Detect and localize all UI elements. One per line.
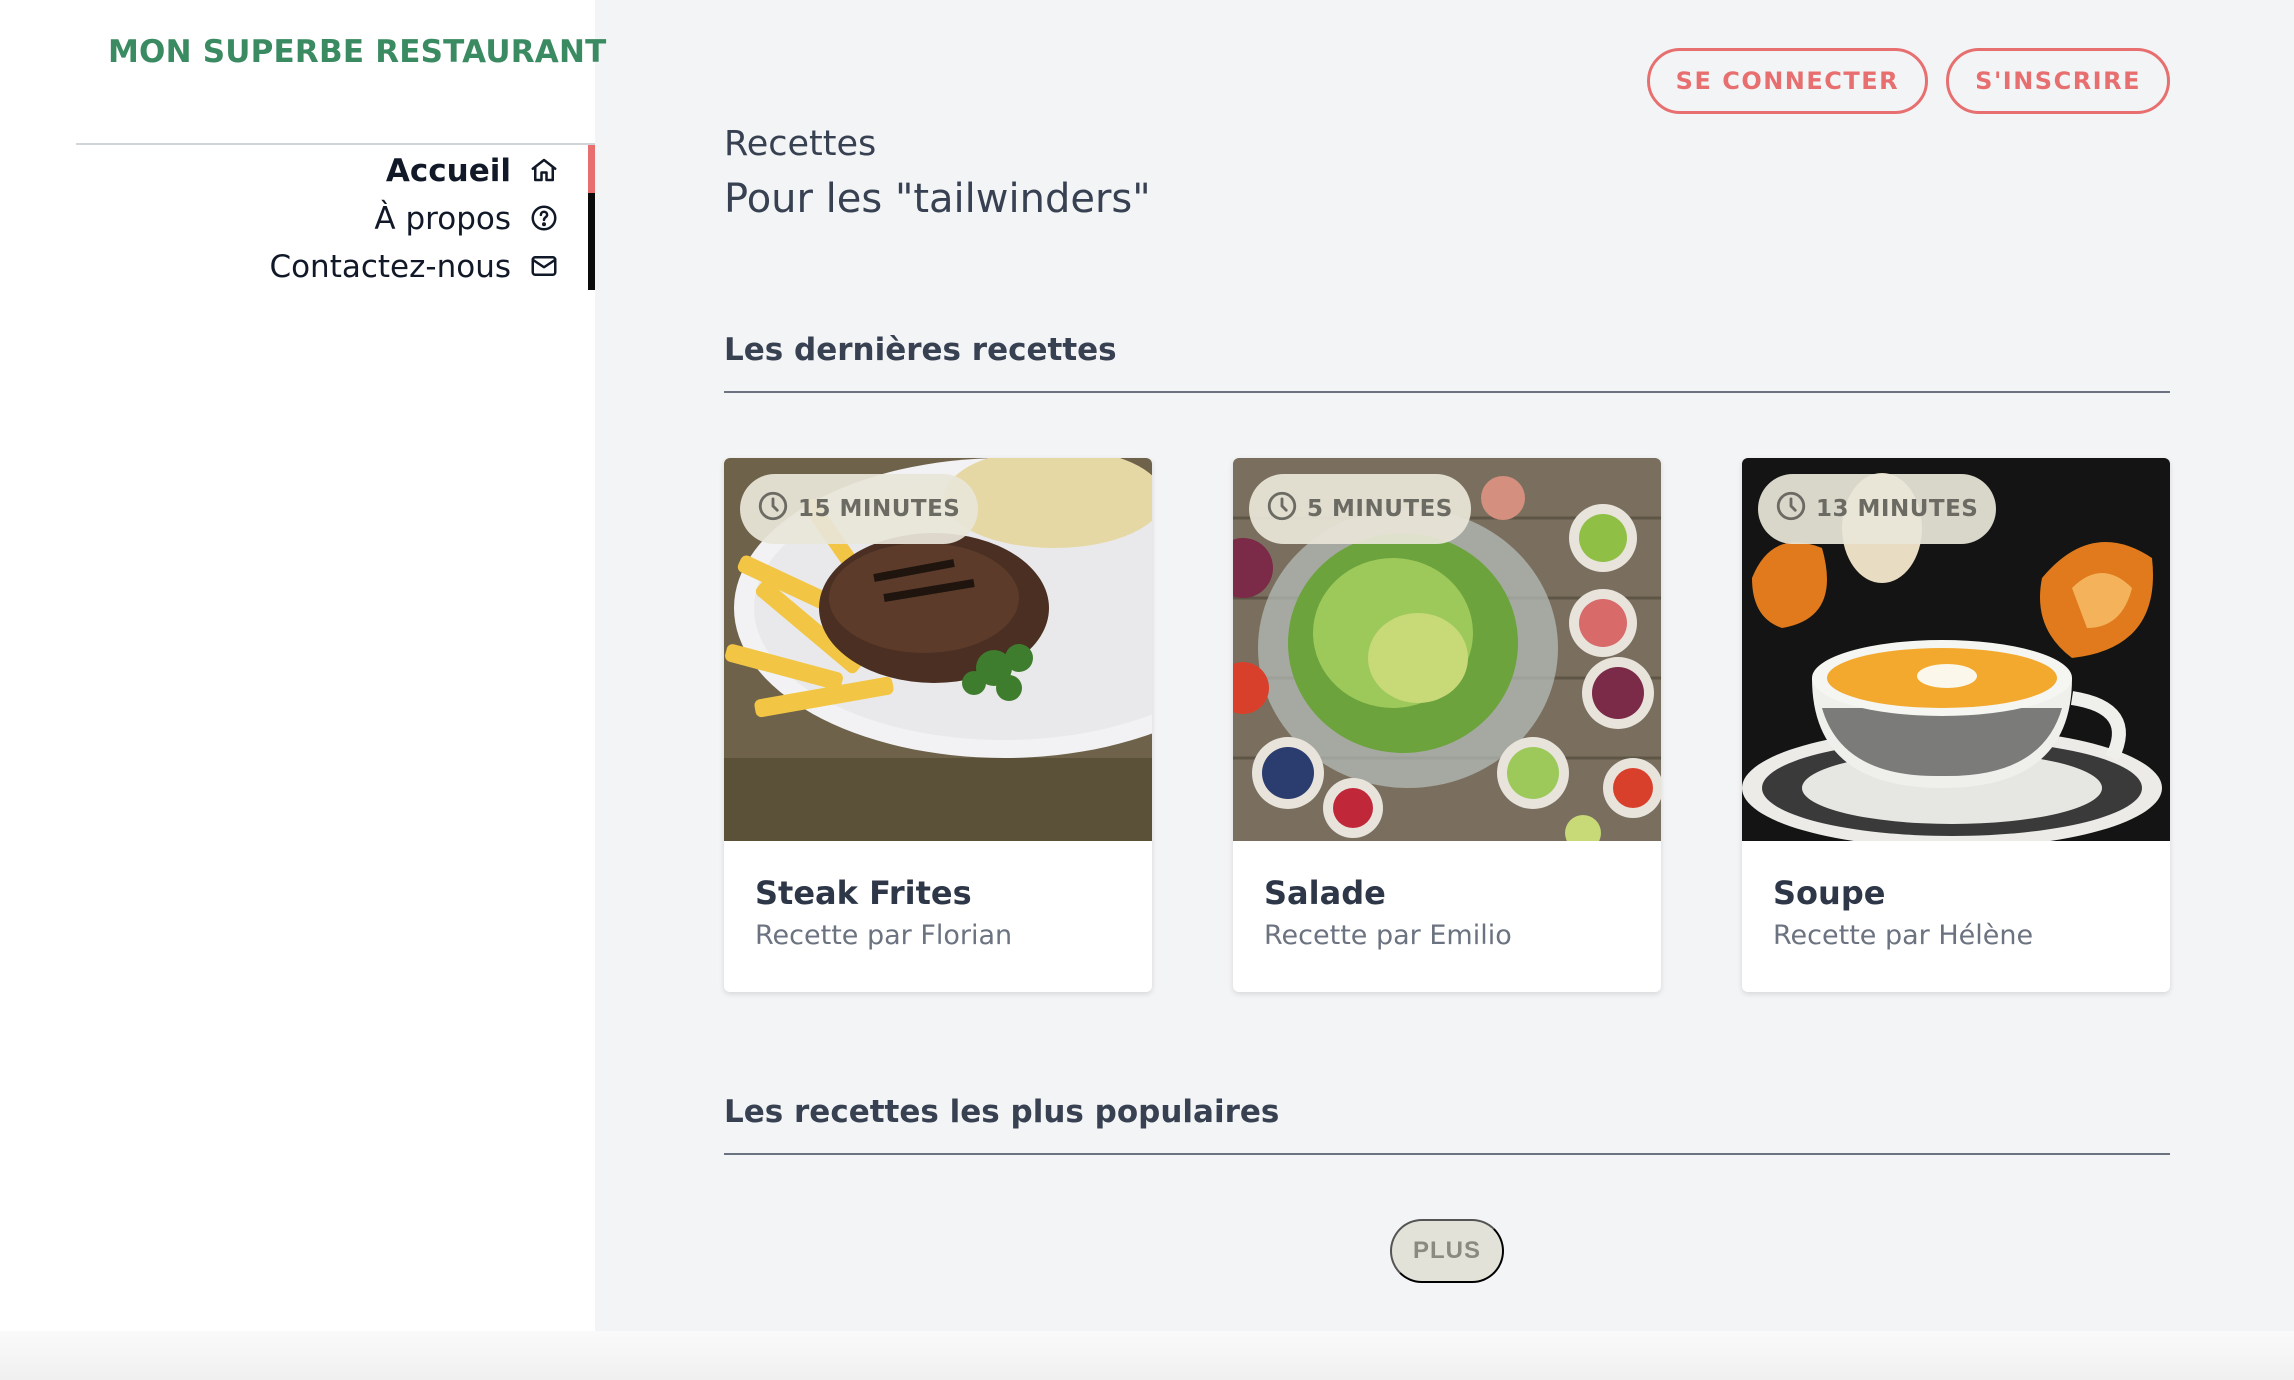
duration-text: 15 MINUTES bbox=[798, 496, 961, 522]
recipe-author: Recette par Florian bbox=[755, 920, 1013, 951]
duration-text: 5 MINUTES bbox=[1307, 496, 1453, 522]
recipe-author: Recette par Hélène bbox=[1773, 920, 2034, 951]
recipe-card[interactable]: 5 MINUTES Salade Recette par Emilio bbox=[1233, 458, 1661, 992]
sidebar-item-a-propos[interactable]: À propos bbox=[155, 195, 557, 243]
recipe-title: Salade bbox=[1264, 874, 1386, 912]
sidebar-item-contact[interactable]: Contactez-nous bbox=[155, 243, 557, 291]
more-button[interactable]: PLUS bbox=[1390, 1219, 1504, 1283]
window-bottom-edge bbox=[0, 1331, 2294, 1380]
login-button[interactable]: SE CONNECTER bbox=[1646, 48, 1929, 114]
clock-icon bbox=[1265, 489, 1299, 529]
page-subtitle: Pour les "tailwinders" bbox=[724, 176, 1151, 222]
duration-badge: 13 MINUTES bbox=[1758, 474, 1997, 544]
clock-icon bbox=[1774, 489, 1808, 529]
auth-buttons: SE CONNECTER S'INSCRIRE bbox=[1646, 48, 2170, 114]
duration-badge: 5 MINUTES bbox=[1249, 474, 1471, 544]
sidebar-item-label: À propos bbox=[374, 201, 511, 237]
duration-text: 13 MINUTES bbox=[1816, 496, 1979, 522]
recipe-title: Steak Frites bbox=[755, 874, 972, 912]
brand-logo[interactable]: MON SUPERBE RESTAURANT bbox=[108, 34, 606, 70]
home-icon bbox=[529, 155, 561, 187]
duration-badge: 15 MINUTES bbox=[740, 474, 979, 544]
signup-button[interactable]: S'INSCRIRE bbox=[1946, 48, 2170, 114]
section-title-popular: Les recettes les plus populaires bbox=[724, 1094, 1280, 1130]
section-title-latest: Les dernières recettes bbox=[724, 332, 1117, 368]
sidebar: MON SUPERBE RESTAURANT Accueil À propos … bbox=[0, 0, 606, 1331]
clock-icon bbox=[756, 489, 790, 529]
nav-indicator-track bbox=[588, 193, 595, 290]
recipe-card[interactable]: 13 MINUTES Soupe Recette par Hélène bbox=[1742, 458, 2170, 992]
sidebar-divider bbox=[76, 143, 595, 145]
mail-icon bbox=[529, 251, 561, 283]
section-divider bbox=[724, 391, 2170, 393]
sidebar-nav: Accueil À propos Contactez-nous bbox=[155, 147, 557, 291]
recipe-card[interactable]: 15 MINUTES Steak Frites Recette par Flor… bbox=[724, 458, 1152, 992]
recipe-title: Soupe bbox=[1773, 874, 1886, 912]
sidebar-item-accueil[interactable]: Accueil bbox=[155, 147, 557, 195]
sidebar-item-label: Accueil bbox=[385, 153, 511, 189]
help-circle-icon bbox=[529, 203, 561, 235]
page-title: Recettes bbox=[724, 124, 877, 164]
active-nav-indicator bbox=[588, 145, 595, 193]
sidebar-item-label: Contactez-nous bbox=[269, 249, 511, 285]
recipe-author: Recette par Emilio bbox=[1264, 920, 1512, 951]
section-divider bbox=[724, 1153, 2170, 1155]
